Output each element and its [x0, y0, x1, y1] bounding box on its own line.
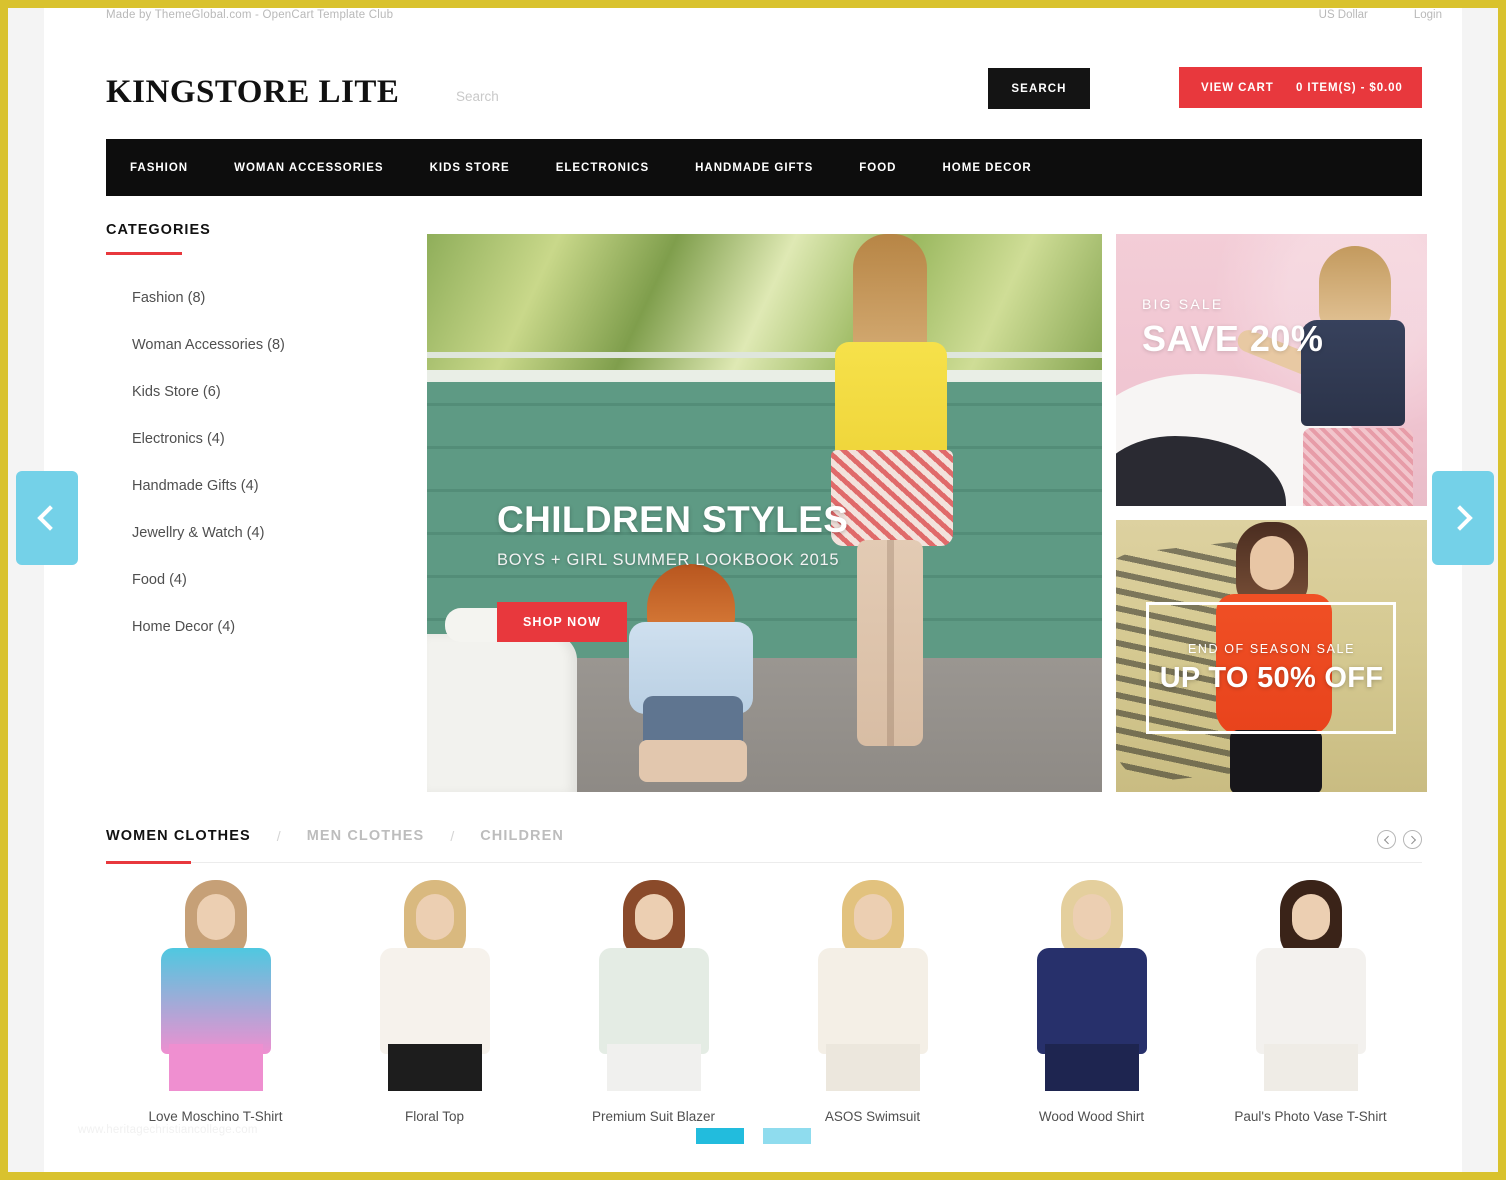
list-item[interactable]: Kids Store (6): [106, 383, 396, 401]
hero-caption: CHILDREN STYLES BOYS + GIRL SUMMER LOOKB…: [497, 499, 848, 642]
tab-separator: /: [276, 828, 281, 844]
promo-label: END OF SEASON SALE: [1187, 642, 1356, 656]
hero-subtitle: BOYS + GIRL SUMMER LOOKBOOK 2015: [497, 551, 840, 569]
slider-dot-1[interactable]: [695, 1128, 744, 1144]
sidebar-item-fashion[interactable]: Fashion (8): [132, 290, 205, 306]
product-grid: Love Moschino T-Shirt Floral Top Premium…: [106, 876, 1422, 1124]
sidebar-item-home-decor[interactable]: Home Decor (4): [132, 619, 235, 635]
list-item[interactable]: Fashion (8): [106, 289, 396, 307]
products-section: WOMEN CLOTHES / MEN CLOTHES / CHILDREN L…: [106, 828, 1422, 1124]
hero-title: CHILDREN STYLES: [497, 499, 849, 540]
product-tabs: WOMEN CLOTHES / MEN CLOTHES / CHILDREN: [106, 828, 1422, 868]
nav-item-handmade-gifts[interactable]: HANDMADE GIFTS: [695, 162, 813, 174]
content-sheet: Made by ThemeGlobal.com - OpenCart Templ…: [44, 8, 1462, 1172]
product-name: Wood Wood Shirt: [1038, 1109, 1145, 1124]
search-button[interactable]: SEARCH: [988, 68, 1090, 109]
active-tab-underline: [106, 861, 191, 864]
nav-item-food[interactable]: FOOD: [859, 162, 896, 174]
product-image: [544, 876, 763, 1091]
list-item[interactable]: Home Decor (4): [106, 618, 396, 636]
slider-prev-button[interactable]: [16, 471, 78, 565]
sidebar-item-jewellry-watch[interactable]: Jewellry & Watch (4): [132, 525, 264, 541]
login-link[interactable]: Login: [1414, 9, 1442, 21]
search-input[interactable]: [456, 78, 976, 114]
list-item[interactable]: Handmade Gifts (4): [106, 477, 396, 495]
hero-section: CHILDREN STYLES BOYS + GIRL SUMMER LOOKB…: [427, 198, 1427, 798]
promo-label: BIG SALE: [1142, 296, 1224, 312]
top-bar: Made by ThemeGlobal.com - OpenCart Templ…: [44, 8, 1462, 30]
promo-banner-season-sale[interactable]: END OF SEASON SALE UP TO 50% OFF: [1116, 520, 1427, 792]
site-header: KINGSTORE LITE SEARCH VIEW CART 0 ITEM(S…: [44, 30, 1462, 140]
product-name: Premium Suit Blazer: [591, 1109, 716, 1124]
tab-women-clothes[interactable]: WOMEN CLOTHES: [106, 828, 251, 844]
product-image: [1201, 876, 1420, 1091]
list-item[interactable]: Electronics (4): [106, 430, 396, 448]
tab-men-clothes[interactable]: MEN CLOTHES: [307, 828, 425, 844]
sidebar-item-kids-store[interactable]: Kids Store (6): [132, 384, 221, 400]
product-name: ASOS Swimsuit: [824, 1109, 921, 1124]
product-name: Paul's Photo Vase T-Shirt: [1234, 1109, 1387, 1124]
product-name: Floral Top: [404, 1109, 465, 1124]
model-figure: [1234, 246, 1421, 506]
shop-now-button[interactable]: SHOP NOW: [497, 602, 628, 642]
carousel-navigation: [1377, 830, 1422, 849]
product-name: Love Moschino T-Shirt: [148, 1109, 283, 1124]
hero-banner[interactable]: CHILDREN STYLES BOYS + GIRL SUMMER LOOKB…: [427, 234, 1102, 792]
carousel-prev-icon[interactable]: [1377, 830, 1396, 849]
list-item[interactable]: Woman Accessories (8): [106, 336, 396, 354]
sidebar-item-woman-accessories[interactable]: Woman Accessories (8): [132, 337, 285, 353]
promo-headline: UP TO 50% OFF: [1159, 662, 1384, 694]
categories-title: CATEGORIES: [106, 222, 211, 238]
nav-item-woman-accessories[interactable]: WOMAN ACCESSORIES: [234, 162, 383, 174]
categories-underline: [106, 252, 182, 255]
currency-selector[interactable]: US Dollar: [1319, 9, 1368, 21]
product-image: [763, 876, 982, 1091]
top-bar-links: US Dollar Login: [1319, 9, 1442, 21]
list-item[interactable]: Food (4): [106, 571, 396, 589]
slider-pagination: [8, 1128, 1498, 1144]
tab-divider: [106, 862, 1422, 863]
nav-item-home-decor[interactable]: HOME DECOR: [942, 162, 1031, 174]
view-cart-button[interactable]: VIEW CART 0 ITEM(S) - $0.00: [1179, 67, 1422, 108]
tab-children[interactable]: CHILDREN: [480, 828, 564, 844]
page-frame: Made by ThemeGlobal.com - OpenCart Templ…: [8, 8, 1498, 1172]
nav-item-electronics[interactable]: ELECTRONICS: [556, 162, 649, 174]
product-card[interactable]: Wood Wood Shirt: [982, 876, 1201, 1124]
product-card[interactable]: Premium Suit Blazer: [544, 876, 763, 1124]
promo-headline: SAVE 20%: [1142, 318, 1324, 359]
cart-total: 0 ITEM(S) - $0.00: [1296, 81, 1403, 94]
window-decor: [427, 234, 1102, 382]
product-image: [106, 876, 325, 1091]
sidebar-item-food[interactable]: Food (4): [132, 572, 187, 588]
nav-item-kids-store[interactable]: KIDS STORE: [430, 162, 510, 174]
slider-next-button[interactable]: [1432, 471, 1494, 565]
tab-separator: /: [450, 828, 455, 844]
credit-text: Made by ThemeGlobal.com - OpenCart Templ…: [106, 9, 394, 21]
slider-dot-2[interactable]: [762, 1128, 811, 1144]
chevron-left-icon: [37, 505, 63, 531]
main-navigation: FASHION WOMAN ACCESSORIES KIDS STORE ELE…: [106, 139, 1422, 196]
categories-sidebar: CATEGORIES Fashion (8) Woman Accessories…: [106, 222, 396, 665]
sidebar-item-electronics[interactable]: Electronics (4): [132, 431, 225, 447]
product-image: [325, 876, 544, 1091]
nav-item-fashion[interactable]: FASHION: [130, 162, 188, 174]
product-card[interactable]: Paul's Photo Vase T-Shirt: [1201, 876, 1420, 1124]
categories-list: Fashion (8) Woman Accessories (8) Kids S…: [106, 289, 396, 636]
chair-decor: [427, 608, 577, 792]
promo-banner-big-sale[interactable]: BIG SALE SAVE 20%: [1116, 234, 1427, 506]
product-image: [982, 876, 1201, 1091]
product-card[interactable]: Love Moschino T-Shirt: [106, 876, 325, 1124]
carousel-next-icon[interactable]: [1403, 830, 1422, 849]
chevron-right-icon: [1447, 505, 1473, 531]
site-logo[interactable]: KINGSTORE LITE: [106, 74, 399, 111]
list-item[interactable]: Jewellry & Watch (4): [106, 524, 396, 542]
sidebar-item-handmade-gifts[interactable]: Handmade Gifts (4): [132, 478, 259, 494]
product-card[interactable]: ASOS Swimsuit: [763, 876, 982, 1124]
product-card[interactable]: Floral Top: [325, 876, 544, 1124]
cart-label: VIEW CART: [1201, 81, 1274, 94]
